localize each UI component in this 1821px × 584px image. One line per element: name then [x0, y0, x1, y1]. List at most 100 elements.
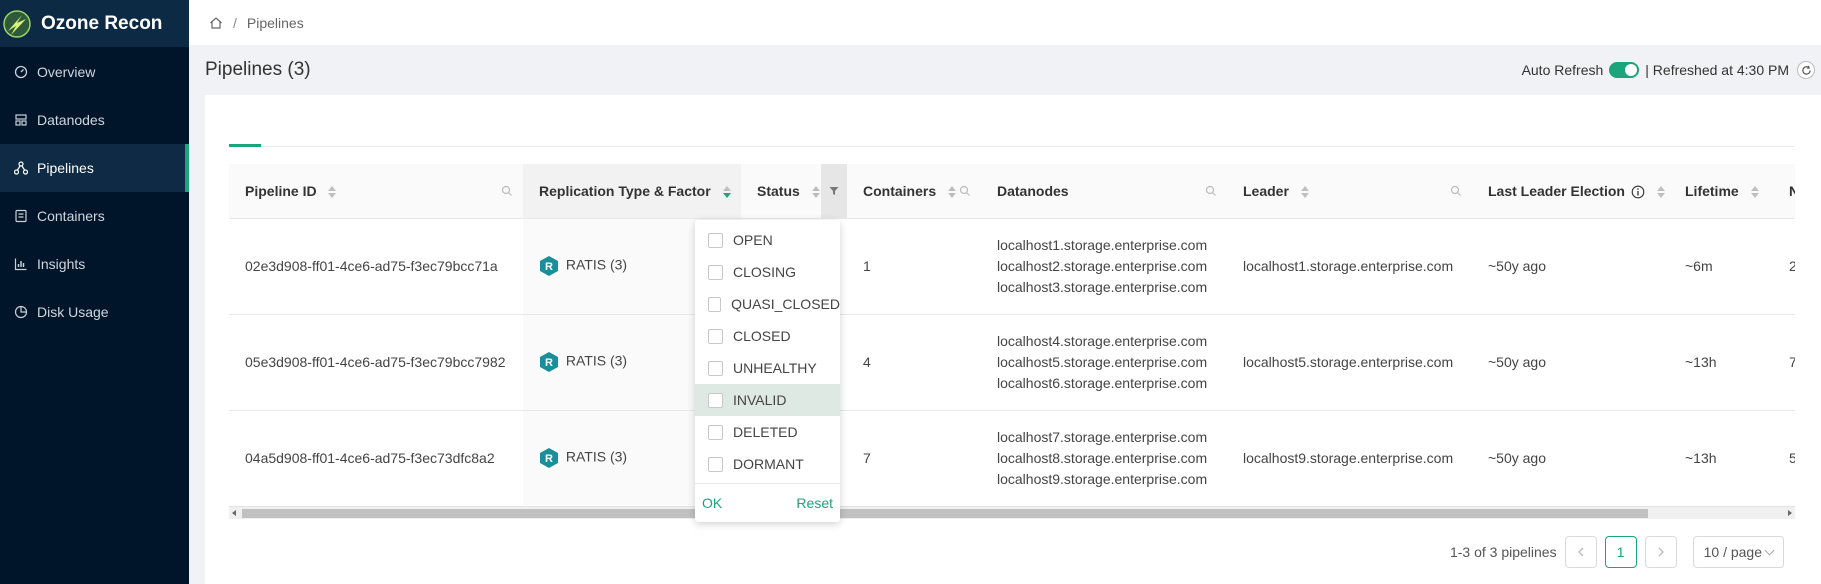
filter-option-dormant[interactable]: DORMANT — [695, 448, 840, 480]
last-election-cell: ~50y ago — [1472, 314, 1669, 411]
next-page-button[interactable] — [1644, 536, 1677, 568]
column-header-lifetime[interactable]: Lifetime — [1669, 164, 1773, 219]
table-row[interactable]: 04a5d908-ff01-4ce6-ad75-f3ec73dfc8a2 R R… — [229, 410, 1795, 505]
app-title: Ozone Recon — [41, 12, 163, 34]
datanode-host: localhost1.storage.enterprise.com — [997, 236, 1208, 253]
checkbox[interactable] — [708, 360, 723, 376]
prev-page-button[interactable] — [1564, 536, 1597, 568]
column-header-status[interactable]: Status — [741, 164, 847, 219]
leader-cell: localhost9.storage.enterprise.com — [1227, 410, 1472, 505]
column-header-pipeline-id[interactable]: Pipeline ID — [229, 164, 523, 219]
filter-option-deleted[interactable]: DELETED — [695, 416, 840, 448]
column-header-last-leader-election[interactable]: Last Leader Election — [1472, 164, 1669, 219]
status-filter-button[interactable] — [821, 164, 847, 218]
sort-icon[interactable] — [1750, 186, 1759, 199]
checkbox[interactable] — [708, 264, 723, 280]
column-title: Replication Type & Factor — [539, 182, 711, 199]
checkbox[interactable] — [708, 456, 723, 472]
scrollbar-thumb[interactable] — [242, 509, 1648, 518]
sidebar-item-containers[interactable]: Containers — [0, 192, 189, 240]
datanode-host: localhost2.storage.enterprise.com — [997, 257, 1208, 274]
home-icon[interactable] — [209, 16, 223, 30]
sidebar-item-pipelines[interactable]: Pipelines — [0, 144, 189, 192]
checkbox[interactable] — [708, 424, 723, 440]
column-header-datanodes[interactable]: Datanodes — [981, 164, 1227, 219]
sort-icon[interactable] — [811, 186, 820, 199]
scroll-left-icon[interactable] — [232, 510, 236, 516]
table-header-row: Pipeline ID Replication Type & Factor St… — [229, 164, 1795, 219]
sort-icon[interactable] — [948, 186, 957, 199]
page-number-button[interactable]: 1 — [1604, 536, 1637, 568]
filter-option-open[interactable]: OPEN — [695, 224, 840, 256]
sort-icon[interactable] — [328, 186, 337, 199]
table-row[interactable]: 05e3d908-ff01-4ce6-ad75-f3ec79bcc7982 R … — [229, 314, 1795, 411]
replication-text: RATIS (3) — [565, 256, 628, 273]
filter-icon — [829, 187, 839, 195]
sidebar-item-insights[interactable]: Insights — [0, 240, 189, 288]
page-header: Pipelines (3) Auto Refresh | Refreshed a… — [189, 45, 1821, 95]
lifetime-cell: ~6m — [1669, 218, 1773, 315]
datanode-host: localhost8.storage.enterprise.com — [997, 449, 1208, 466]
column-title: Leader — [1243, 182, 1289, 199]
containers-cell: 4 — [847, 314, 981, 411]
info-icon[interactable] — [1631, 185, 1645, 199]
filter-option-closing[interactable]: CLOSING — [695, 256, 840, 288]
ratis-badge-icon: R — [540, 448, 558, 468]
filter-ok-button[interactable]: OK — [702, 495, 722, 511]
sidebar-item-label: Insights — [37, 256, 86, 272]
truncated-cell: 5 — [1773, 410, 1795, 505]
table-row[interactable]: 02e3d908-ff01-4ce6-ad75-f3ec79bcc71a R R… — [229, 218, 1795, 315]
sort-icon[interactable] — [1656, 185, 1665, 198]
pie-chart-icon — [14, 305, 28, 319]
search-icon[interactable] — [959, 185, 971, 197]
sidebar-item-overview[interactable]: Overview — [0, 48, 189, 96]
active-tab-indicator[interactable] — [229, 144, 261, 147]
column-header-replication[interactable]: Replication Type & Factor — [523, 164, 741, 219]
datanodes-cell: localhost4.storage.enterprise.com localh… — [981, 314, 1227, 411]
column-title: Datanodes — [997, 182, 1069, 199]
sort-icon[interactable] — [1300, 186, 1309, 199]
horizontal-scrollbar[interactable] — [229, 506, 1795, 519]
auto-refresh-toggle[interactable] — [1609, 62, 1640, 78]
checkbox[interactable] — [708, 296, 722, 312]
column-header-truncated[interactable]: No — [1773, 164, 1795, 219]
sort-icon[interactable] — [722, 186, 731, 199]
checkbox[interactable] — [708, 392, 723, 408]
breadcrumb-current: Pipelines — [246, 14, 304, 31]
pagination: 1-3 of 3 pipelines 1 10 / page — [1450, 536, 1784, 568]
sidebar-item-datanodes[interactable]: Datanodes — [0, 96, 189, 144]
checkbox[interactable] — [708, 328, 723, 344]
pipelines-table: Pipeline ID Replication Type & Factor St… — [229, 164, 1795, 505]
status-filter-options: OPEN CLOSING QUASI_CLOSED CLOSED UNHEALT… — [695, 220, 840, 480]
search-icon[interactable] — [501, 185, 513, 197]
filter-option-invalid[interactable]: INVALID — [695, 384, 840, 416]
pipeline-id-cell: 04a5d908-ff01-4ce6-ad75-f3ec73dfc8a2 — [229, 410, 523, 505]
replication-text: RATIS (3) — [565, 448, 628, 465]
filter-option-label: QUASI_CLOSED — [731, 296, 840, 312]
bar-chart-icon — [14, 258, 27, 271]
ratis-badge-icon: R — [540, 256, 558, 276]
filter-option-quasi-closed[interactable]: QUASI_CLOSED — [695, 288, 840, 320]
pipeline-id-cell: 02e3d908-ff01-4ce6-ad75-f3ec79bcc71a — [229, 218, 523, 315]
column-header-containers[interactable]: Containers — [847, 164, 981, 219]
filter-option-label: DORMANT — [733, 456, 804, 472]
status-filter-dropdown: OPEN CLOSING QUASI_CLOSED CLOSED UNHEALT… — [695, 220, 840, 522]
breadcrumb-separator: / — [233, 14, 237, 31]
app-logo[interactable]: Ozone Recon — [0, 0, 189, 47]
search-icon[interactable] — [1450, 185, 1462, 197]
sidebar-item-label: Disk Usage — [37, 304, 109, 320]
sidebar-item-label: Datanodes — [37, 112, 105, 128]
filter-option-closed[interactable]: CLOSED — [695, 320, 840, 352]
leader-cell: localhost1.storage.enterprise.com — [1227, 218, 1472, 315]
scroll-right-icon[interactable] — [1788, 510, 1792, 516]
refresh-button[interactable] — [1797, 61, 1815, 79]
checkbox[interactable] — [708, 232, 723, 248]
page-size-select[interactable]: 10 / page — [1692, 536, 1784, 568]
filter-reset-button[interactable]: Reset — [796, 495, 833, 511]
pipelines-table-container: Pipeline ID Replication Type & Factor St… — [229, 164, 1795, 505]
filter-option-unhealthy[interactable]: UNHEALTHY — [695, 352, 840, 384]
sidebar-item-disk-usage[interactable]: Disk Usage — [0, 288, 189, 336]
search-icon[interactable] — [1205, 185, 1217, 197]
column-header-leader[interactable]: Leader — [1227, 164, 1472, 219]
page-title: Pipelines (3) — [205, 59, 311, 80]
